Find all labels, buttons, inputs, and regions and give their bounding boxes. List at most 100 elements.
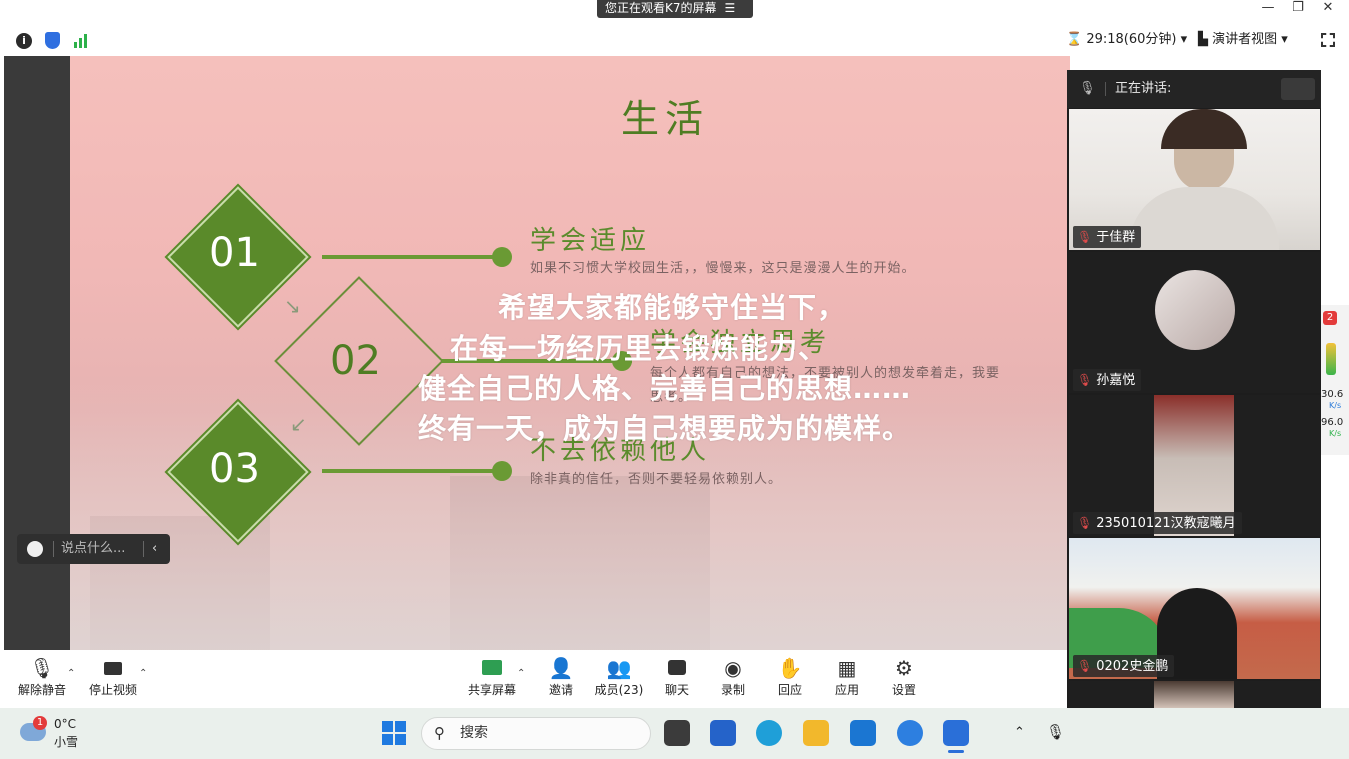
participant-name-tag: 🎙 于佳群 xyxy=(1073,226,1142,248)
record-button[interactable]: ◉ 录制 xyxy=(718,655,748,698)
share-screen-button[interactable]: 共享屏幕 xyxy=(467,655,517,698)
download-rate: 96.0 xyxy=(1321,417,1344,428)
minimize-button[interactable]: — xyxy=(1253,0,1283,16)
mic-off-icon: 🎙 xyxy=(1077,373,1093,387)
participant-name-tag: 🎙 孙嘉悦 xyxy=(1073,369,1142,391)
network-widget: 2 30.6 K/s 96.0 K/s xyxy=(1321,305,1349,455)
unmute-label: 解除静音 xyxy=(18,683,67,697)
taskbar-search[interactable]: ⚲ 搜索 xyxy=(421,717,651,750)
record-label: 录制 xyxy=(720,683,745,697)
speaking-label: 正在讲话: xyxy=(1115,81,1172,96)
app-icon[interactable] xyxy=(897,720,923,746)
item-03-dot xyxy=(492,461,512,481)
menu-icon[interactable]: ☰ xyxy=(725,1,736,15)
participant-name-tag: 🎙 0202史金鹏 xyxy=(1073,655,1175,677)
gear-icon: ⚙ xyxy=(895,656,913,680)
invite-label: 邀请 xyxy=(548,683,573,697)
chevron-down-icon: ▾ xyxy=(1180,32,1188,47)
video-tile-1[interactable]: 🎙 于佳群 xyxy=(1069,109,1320,250)
mic-off-icon: 🎙 xyxy=(29,656,55,680)
item-01-number: 01 xyxy=(209,230,260,276)
chevron-up-icon[interactable]: ⌃ xyxy=(139,668,147,679)
info-icon[interactable]: i xyxy=(16,33,32,49)
upload-rate: 30.6 xyxy=(1321,389,1344,400)
apps-button[interactable]: ▦ 应用 xyxy=(832,655,862,698)
settings-label: 设置 xyxy=(891,683,916,697)
chevron-up-icon[interactable]: ⌃ xyxy=(517,668,525,679)
store-icon[interactable] xyxy=(710,720,736,746)
folder-icon[interactable] xyxy=(803,720,829,746)
item-01-heading: 学会适应 xyxy=(530,226,651,256)
video-tile-4[interactable]: 🎙 0202史金鹏 xyxy=(1069,538,1320,679)
mail-icon[interactable] xyxy=(850,720,876,746)
mic-off-icon: 🎙 xyxy=(1079,81,1096,96)
members-button[interactable]: 👥 成员(23) xyxy=(594,655,644,698)
viewing-banner[interactable]: 您正在观看K7的屏幕 ☰ xyxy=(597,0,753,18)
stop-video-button[interactable]: 停止视频 xyxy=(88,655,138,698)
overlay-line-2: 在每一场经历里去锻炼能力、 xyxy=(450,332,828,365)
divider xyxy=(143,541,144,557)
item-02-number: 02 xyxy=(330,338,381,384)
divider xyxy=(53,541,54,557)
signal-icon[interactable] xyxy=(74,34,90,48)
chat-quick-input[interactable]: 说点什么... ‹ xyxy=(17,534,170,564)
chevron-up-icon[interactable]: ⌃ xyxy=(1014,725,1025,740)
chat-icon xyxy=(662,655,692,681)
arrow-down-right-icon: ↘ xyxy=(284,294,301,318)
task-view-icon[interactable] xyxy=(664,720,690,746)
viewing-banner-text: 您正在观看K7的屏幕 xyxy=(605,1,717,15)
speaking-header: 🎙 正在讲话: xyxy=(1067,70,1321,108)
weather-temp: 0°C xyxy=(54,717,77,731)
emoji-icon[interactable] xyxy=(27,541,43,557)
apps-icon: ▦ xyxy=(837,656,857,680)
upload-unit: K/s xyxy=(1329,401,1342,410)
shield-icon[interactable] xyxy=(45,32,60,49)
apps-label: 应用 xyxy=(834,683,859,697)
chevron-up-icon[interactable]: ⌃ xyxy=(67,668,75,679)
view-mode-selector[interactable]: ▙ 演讲者视图 ▾ xyxy=(1198,31,1288,49)
meeting-app-icon[interactable] xyxy=(943,720,969,746)
edge-browser-icon[interactable] xyxy=(756,720,782,746)
mic-off-icon: 🎙 xyxy=(1077,230,1093,244)
windows-start-icon[interactable] xyxy=(382,721,406,745)
react-label: 回应 xyxy=(777,683,802,697)
invite-button[interactable]: 👤 邀请 xyxy=(545,655,577,698)
share-screen-label: 共享屏幕 xyxy=(467,683,516,697)
slide-title: 生活 xyxy=(620,97,709,141)
chat-placeholder: 说点什么... xyxy=(61,541,126,556)
microphone-icon[interactable]: 🎙 xyxy=(1046,723,1065,741)
item-03-number: 03 xyxy=(209,446,260,492)
panel-options-icon[interactable] xyxy=(1281,78,1315,100)
add-user-icon: 👤 xyxy=(548,656,574,680)
close-button[interactable]: ✕ xyxy=(1313,0,1343,16)
item-03-desc: 除非真的信任，否则不要轻易依赖别人。 xyxy=(530,472,783,487)
battery-icon xyxy=(1326,343,1336,375)
weather-desc: 小雪 xyxy=(54,735,79,749)
chevron-down-icon: ▾ xyxy=(1281,32,1288,47)
fullscreen-icon[interactable] xyxy=(1321,33,1335,47)
chat-label: 聊天 xyxy=(664,683,689,697)
layout-icon: ▙ xyxy=(1198,32,1208,47)
chat-button[interactable]: 聊天 xyxy=(662,655,692,698)
collapse-icon[interactable]: ‹ xyxy=(152,534,157,564)
item-01-desc: 如果不习惯大学校园生活，，慢慢来，这只是漫漫人生的开始。 xyxy=(530,261,916,276)
react-button[interactable]: ✋ 回应 xyxy=(775,655,805,698)
active-indicator xyxy=(948,750,964,753)
participant-hair xyxy=(1161,109,1247,149)
unmute-button[interactable]: 🎙 解除静音 xyxy=(18,655,66,698)
divider xyxy=(1105,82,1106,96)
item-03-connector xyxy=(322,469,502,473)
timer-text: 29:18(60分钟) xyxy=(1086,32,1177,47)
weather-badge: 1 xyxy=(33,716,47,730)
meeting-timer[interactable]: ⌛ 29:18(60分钟) ▾ xyxy=(1066,31,1187,49)
settings-button[interactable]: ⚙ 设置 xyxy=(889,655,919,698)
participant-hoodie xyxy=(1129,187,1279,250)
item-01-connector xyxy=(322,255,502,259)
camera-icon xyxy=(88,655,138,681)
record-icon: ◉ xyxy=(724,656,742,680)
participant-name: 孙嘉悦 xyxy=(1096,373,1136,388)
video-tile-2[interactable]: 🎙 孙嘉悦 xyxy=(1069,252,1320,393)
restore-button[interactable]: ❐ xyxy=(1283,0,1313,16)
view-mode-text: 演讲者视图 xyxy=(1212,32,1278,47)
video-tile-3[interactable]: 🎙 235010121汉教寇曦月 xyxy=(1069,395,1320,536)
